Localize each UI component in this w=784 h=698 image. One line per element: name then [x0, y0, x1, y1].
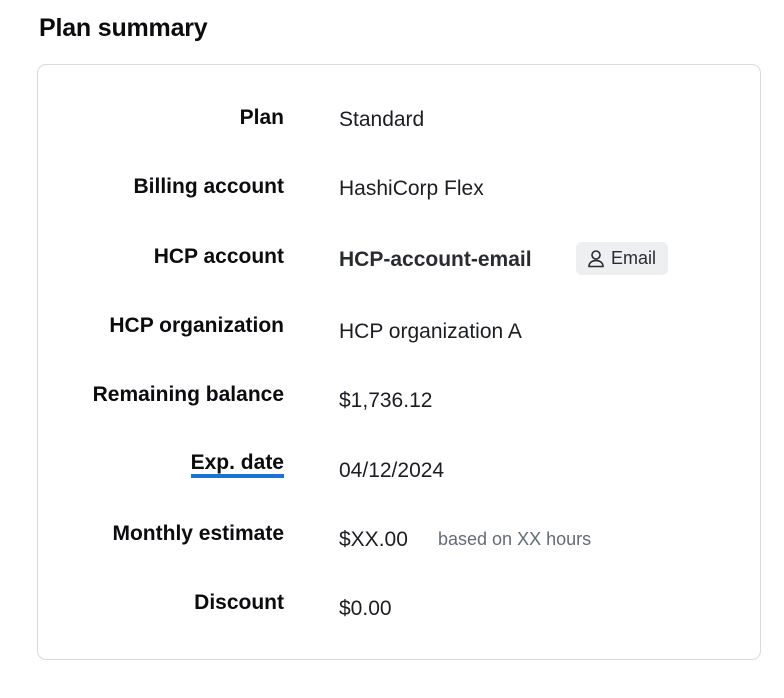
billing-account-value: HashiCorp Flex	[339, 177, 484, 200]
section-title: Plan summary	[39, 14, 208, 42]
monthly-estimate-hint: based on XX hours	[438, 529, 592, 549]
hcp-account-label: HCP account	[153, 245, 284, 268]
billing-account-row: Billing account HashiCorp Flex	[38, 174, 760, 214]
monthly-estimate-label: Monthly estimate	[112, 522, 284, 545]
hcp-organization-value: HCP organization A	[339, 320, 522, 343]
email-badge: Email	[576, 242, 669, 275]
discount-value: $0.00	[339, 597, 392, 620]
remaining-balance-row: Remaining balance $1,736.12	[38, 382, 760, 422]
plan-row: Plan Standard	[38, 105, 760, 145]
discount-row: Discount $0.00	[38, 590, 760, 630]
user-icon	[587, 249, 605, 268]
remaining-balance-value: $1,736.12	[339, 389, 433, 412]
plan-value: Standard	[339, 108, 425, 131]
monthly-estimate-value: $XX.00	[339, 528, 408, 551]
exp-date-row: Exp. date 04/12/2024	[38, 452, 760, 492]
remaining-balance-label: Remaining balance	[92, 383, 284, 406]
exp-date-value: 04/12/2024	[339, 459, 445, 482]
hcp-organization-label: HCP organization	[109, 314, 284, 337]
discount-label: Discount	[194, 591, 284, 614]
hcp-account-row: HCP account HCP-account-email Email	[38, 242, 760, 284]
email-badge-label: Email	[611, 248, 657, 268]
hcp-organization-row: HCP organization HCP organization A	[38, 313, 760, 353]
billing-account-label: Billing account	[133, 175, 284, 198]
monthly-estimate-row: Monthly estimate $XX.00 based on XX hour…	[38, 521, 760, 561]
plan-summary-card: Plan Standard Billing account HashiCorp …	[37, 64, 761, 660]
plan-label: Plan	[239, 106, 284, 129]
exp-date-label[interactable]: Exp. date	[190, 452, 284, 478]
hcp-account-value: HCP-account-email	[339, 248, 532, 271]
